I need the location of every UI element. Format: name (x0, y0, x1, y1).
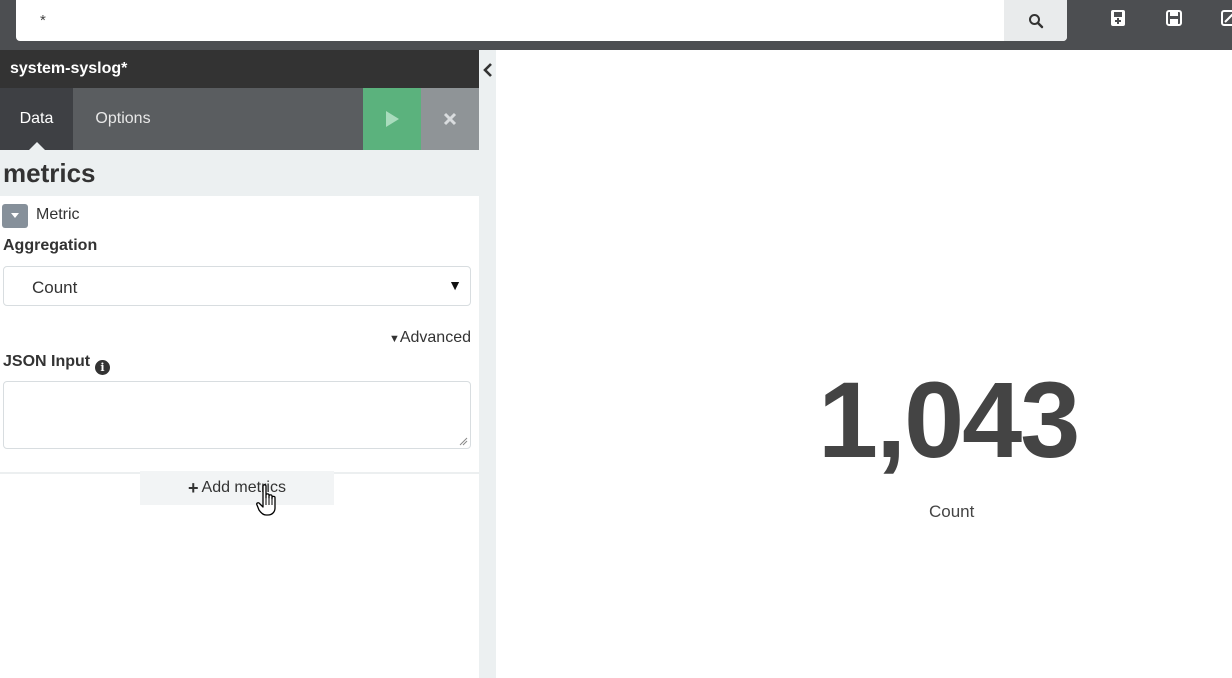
resize-handle-icon[interactable] (458, 436, 468, 446)
add-metrics-button[interactable]: + Add metrics (140, 471, 334, 505)
select-caret-icon: ▼ (448, 277, 462, 293)
play-icon (386, 111, 399, 127)
info-icon[interactable]: i (95, 360, 110, 375)
tab-options[interactable]: Options (73, 88, 173, 150)
tab-data[interactable]: Data (0, 88, 73, 150)
open-icon (1221, 10, 1232, 26)
metrics-section-header: metrics (0, 150, 479, 196)
metric-value-label: Count (929, 502, 975, 521)
search-icon (1028, 13, 1043, 28)
editor-sidebar: system-syslog* Data Options metrics Metr… (0, 50, 479, 678)
chevron-left-icon (483, 63, 492, 77)
json-input-field[interactable] (3, 381, 471, 449)
metric-editor: Metric Aggregation Count ▼ ▼Advanced JSO… (0, 196, 479, 472)
aggregation-select[interactable]: Count ▼ (3, 266, 471, 306)
discard-changes-button[interactable] (421, 88, 479, 150)
json-input-label: JSON Input (3, 353, 91, 370)
caret-down-icon: ▼ (388, 333, 400, 345)
aggregation-value: Count (32, 278, 78, 297)
close-icon (443, 112, 457, 126)
metrics-title: metrics (3, 158, 96, 188)
advanced-toggle[interactable]: ▼Advanced (389, 329, 471, 347)
new-document-icon (1111, 10, 1125, 26)
sidebar-tabs: Data Options (0, 88, 479, 150)
new-visualization-button[interactable] (1107, 7, 1129, 29)
hand-cursor-icon (256, 484, 276, 516)
save-visualization-button[interactable] (1163, 7, 1185, 29)
metric-value: 1,043 (818, 359, 1080, 480)
metric-toggle-button[interactable] (2, 204, 28, 228)
index-pattern-title: system-syslog* (0, 50, 479, 88)
open-visualization-button[interactable] (1218, 7, 1232, 29)
metric-label: Metric (36, 206, 80, 223)
apply-changes-button[interactable] (363, 88, 421, 150)
collapse-sidebar-button[interactable] (481, 61, 495, 79)
chevron-down-icon (11, 213, 19, 218)
sidebar-collapse-bar (479, 50, 496, 678)
top-navbar (0, 0, 1232, 50)
aggregation-label: Aggregation (3, 237, 98, 254)
query-bar (16, 0, 1067, 41)
search-input[interactable] (16, 0, 1004, 41)
search-button[interactable] (1004, 0, 1067, 41)
advanced-label: Advanced (399, 329, 471, 346)
plus-icon: + (188, 477, 199, 498)
save-icon (1166, 10, 1182, 26)
